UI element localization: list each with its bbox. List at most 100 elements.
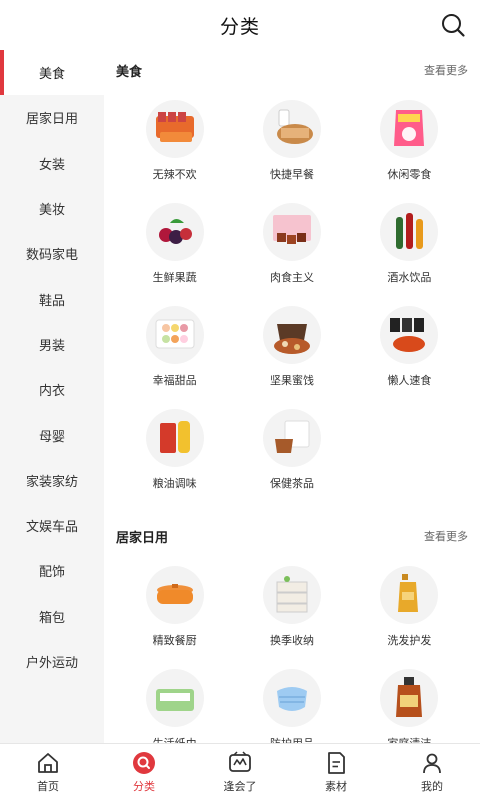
view-more-link[interactable]: 查看更多 [424, 528, 468, 544]
meat-image [262, 203, 321, 261]
sidebar-item-meishi[interactable]: 美食 [0, 50, 104, 96]
sidebar-item-label: 数码家电 [25, 248, 78, 264]
nuts-image [262, 306, 321, 364]
subcategory-grid: 无辣不欢 快捷早餐 休闲零食 生鲜果蔬 肉食主义 酒水饮品 幸福甜品 坚果蜜饯 … [116, 90, 468, 502]
storage-image [262, 566, 321, 624]
user-icon [423, 753, 441, 773]
app-root: 分类 美食 居家日用 女装 美妆 数码家电 鞋品 男装 内衣 母婴 家装家纺 文… [0, 0, 480, 800]
tab-label: 首页 [37, 779, 59, 793]
sidebar-item-muying[interactable]: 母婴 [0, 412, 104, 457]
haircare-image [380, 566, 439, 624]
home-icon [38, 752, 58, 773]
mask-image [262, 669, 321, 727]
sidebar-item-xiepin[interactable]: 鞋品 [0, 276, 104, 321]
subcategory-label: 换季收纳 [269, 634, 314, 647]
sidebar-item-nvzhuang[interactable]: 女装 [0, 141, 104, 186]
health-tea-image [262, 409, 321, 467]
tab-profile[interactable]: 我的 [384, 744, 480, 800]
sidebar-item-meizhuang[interactable]: 美妆 [0, 186, 104, 231]
subcategory-label: 无辣不欢 [152, 168, 197, 181]
view-more-link[interactable]: 查看更多 [424, 62, 468, 78]
subcategory-item[interactable]: 防护用品 [233, 659, 350, 743]
page-title: 分类 [219, 15, 260, 38]
section-header: 美食 查看更多 [116, 50, 468, 90]
subcategory-item[interactable]: 保健茶品 [233, 399, 350, 502]
sidebar-item-label: 鞋品 [38, 293, 65, 309]
cleaning-image [380, 669, 439, 727]
sidebar-item-neiyi[interactable]: 内衣 [0, 367, 104, 412]
subcategory-label: 生活纸巾 [153, 735, 197, 743]
section-jujia: 居家日用 查看更多 精致餐厨 换季收纳 洗发护发 [104, 516, 480, 743]
grain-oil-image [145, 409, 204, 467]
category-sidebar: 美食 居家日用 女装 美妆 数码家电 鞋品 男装 内衣 母婴 家装家纺 文娱车品… [0, 50, 104, 743]
sidebar-item-xiangbao[interactable]: 箱包 [0, 594, 104, 639]
subcategory-grid: 精致餐厨 换季收纳 洗发护发 [116, 556, 468, 743]
sidebar-item-jujia[interactable]: 居家日用 [0, 95, 104, 140]
subcategory-item[interactable]: 换季收纳 [233, 556, 350, 659]
tab-label: 分类 [133, 779, 155, 793]
subcategory-label: 防护用品 [270, 735, 314, 743]
subcategory-label: 肉食主义 [269, 271, 314, 284]
sidebar-item-peishi[interactable]: 配饰 [0, 548, 104, 593]
subcategory-label: 保健茶品 [269, 477, 314, 490]
subcategory-label: 家庭清洁 [387, 735, 431, 743]
subcategory-item[interactable]: 懒人速食 [351, 296, 468, 399]
document-icon [328, 751, 345, 774]
drinks-image [380, 203, 439, 261]
sidebar-item-shuma[interactable]: 数码家电 [0, 231, 104, 276]
subcategory-label: 洗发护发 [387, 634, 432, 647]
snacks-image [380, 100, 439, 158]
category-search-icon [133, 751, 155, 774]
subcategory-item[interactable]: 粮油调味 [116, 399, 233, 502]
subcategory-label: 休闲零食 [387, 168, 432, 181]
subcategory-item[interactable]: 快捷早餐 [233, 90, 350, 193]
section-title: 居家日用 [116, 530, 169, 546]
sidebar-item-nanzhuang[interactable]: 男装 [0, 322, 104, 367]
subcategory-item[interactable]: 酒水饮品 [351, 193, 468, 296]
search-icon[interactable] [440, 12, 466, 38]
tab-label: 逢会了 [223, 779, 257, 793]
subcategory-item[interactable]: 坚果蜜饯 [233, 296, 350, 399]
sidebar-item-label: 女装 [38, 157, 65, 173]
subcategory-label: 懒人速食 [387, 374, 432, 387]
sidebar-item-jiazhuang[interactable]: 家装家纺 [0, 458, 104, 503]
category-content: 美食 查看更多 无辣不欢 快捷早餐 休闲零食 生鲜果蔬 肉食主义 酒水饮品 幸福… [104, 50, 480, 743]
sidebar-item-label: 男装 [38, 338, 65, 354]
subcategory-item[interactable]: 生活纸巾 [116, 659, 233, 743]
top-bar: 分类 [0, 0, 480, 50]
tab-sucai[interactable]: 素材 [288, 744, 384, 800]
subcategory-label: 生鲜果蔬 [152, 271, 197, 284]
tab-fenghuile[interactable]: 逢会了 [192, 744, 288, 800]
subcategory-item[interactable]: 幸福甜品 [116, 296, 233, 399]
subcategory-item[interactable]: 洗发护发 [351, 556, 468, 659]
subcategory-item[interactable]: 肉食主义 [233, 193, 350, 296]
section-meishi: 美食 查看更多 无辣不欢 快捷早餐 休闲零食 生鲜果蔬 肉食主义 酒水饮品 幸福… [104, 50, 480, 502]
tab-category[interactable]: 分类 [96, 744, 192, 800]
subcategory-item[interactable]: 精致餐厨 [116, 556, 233, 659]
section-title: 美食 [116, 64, 143, 80]
cookware-image [145, 566, 204, 624]
subcategory-item[interactable]: 生鲜果蔬 [116, 193, 233, 296]
instant-food-image [380, 306, 439, 364]
subcategory-label: 快捷早餐 [269, 168, 314, 181]
subcategory-label: 坚果蜜饯 [269, 374, 314, 387]
sidebar-item-wenyu[interactable]: 文娱车品 [0, 503, 104, 548]
subcategory-item[interactable]: 休闲零食 [351, 90, 468, 193]
bottom-tab-bar: 首页 分类 逢会了 素材 我的 [0, 743, 480, 800]
dessert-image [145, 306, 204, 364]
subcategory-item[interactable]: 家庭清洁 [351, 659, 468, 743]
sidebar-item-label: 配饰 [38, 565, 65, 581]
sidebar-item-label: 箱包 [38, 610, 65, 626]
sidebar-item-label: 美妆 [38, 203, 65, 219]
tab-label: 素材 [325, 779, 347, 793]
sidebar-item-label: 居家日用 [25, 112, 78, 128]
section-header: 居家日用 查看更多 [116, 516, 468, 556]
sidebar-item-label: 母婴 [38, 429, 65, 445]
breakfast-image [262, 100, 321, 158]
sidebar-item-label: 内衣 [38, 384, 65, 400]
tab-label: 我的 [421, 779, 443, 793]
tab-home[interactable]: 首页 [0, 744, 96, 800]
subcategory-item[interactable]: 无辣不欢 [116, 90, 233, 193]
sidebar-item-huwai[interactable]: 户外运动 [0, 639, 104, 684]
